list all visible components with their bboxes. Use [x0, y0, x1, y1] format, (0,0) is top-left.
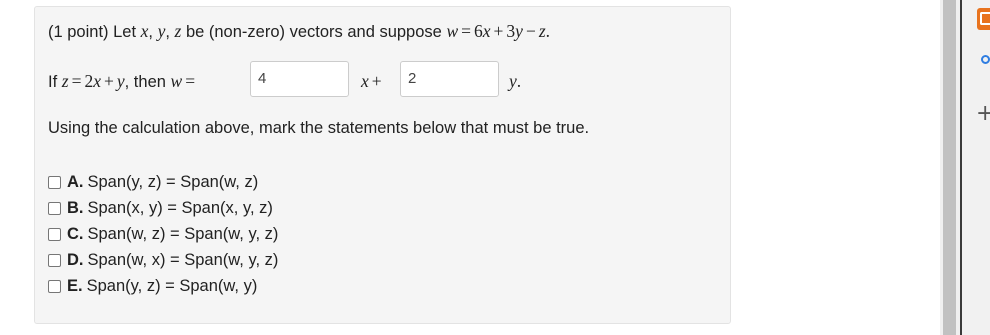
problem-panel: (1 point) Let x, y, z be (non-zero) vect… — [34, 6, 731, 324]
equals-sign: = — [71, 71, 82, 91]
option-text: Span(x, y) = Span(x, y, z) — [87, 198, 273, 217]
browser-side-panel — [962, 0, 990, 335]
checkbox[interactable] — [48, 227, 61, 241]
option-text: Span(y, z) = Span(w, z) — [87, 172, 259, 191]
period: . — [516, 71, 522, 91]
options-list: A. Span(y, z) = Span(w, z) B. Span(x, y) =… — [48, 169, 278, 299]
option-text: Span(y, z) = Span(w, y) — [86, 276, 258, 295]
option-d[interactable]: D. Span(w, x) = Span(w, y, z) — [48, 247, 278, 273]
option-letter: E. — [67, 276, 83, 295]
equals-sign: = — [185, 71, 196, 91]
answer-line-prefix: If z = 2x + y, then w = — [48, 71, 198, 92]
var-x: x — [93, 71, 101, 91]
option-letter: A. — [67, 172, 84, 191]
text-if: If — [48, 73, 62, 91]
y-period-label: y. — [509, 71, 521, 92]
answer-input-y-coefficient[interactable]: 2 — [400, 61, 499, 97]
var-w: w — [446, 21, 459, 41]
minus-sign: − — [525, 21, 536, 41]
comma: , — [165, 23, 175, 41]
scrollbar-thumb[interactable] — [943, 0, 956, 335]
extension-icon[interactable] — [977, 8, 990, 30]
status-dot-icon[interactable] — [981, 55, 990, 64]
plus-sign: + — [371, 71, 382, 91]
var-x: x — [482, 21, 491, 41]
coef-6: 6 — [474, 21, 483, 41]
statement-text: (1 point) Let — [48, 23, 141, 41]
var-y: y — [509, 71, 517, 91]
problem-statement: (1 point) Let x, y, z be (non-zero) vect… — [48, 21, 550, 42]
option-letter: D. — [67, 250, 84, 269]
statement-text: be (non-zero) vectors and suppose — [181, 23, 447, 41]
x-plus-label: x + — [361, 71, 385, 92]
equals-sign: = — [461, 21, 471, 41]
extension-glyph — [980, 12, 990, 25]
checkbox[interactable] — [48, 253, 61, 267]
var-x: x — [361, 71, 369, 91]
option-text: Span(w, z) = Span(w, y, z) — [87, 224, 279, 243]
comma: , — [148, 23, 158, 41]
period: . — [545, 21, 550, 41]
var-w: w — [170, 71, 183, 91]
option-b[interactable]: B. Span(x, y) = Span(x, y, z) — [48, 195, 278, 221]
var-y: y — [515, 21, 523, 41]
instruction-text: Using the calculation above, mark the st… — [48, 119, 590, 137]
answer-line: If z = 2x + y, then w = 4 x + 2 y. — [48, 61, 728, 99]
plus-sign: + — [103, 71, 114, 91]
text-then: , then — [124, 73, 171, 91]
option-text: Span(w, x) = Span(w, y, z) — [87, 250, 279, 269]
checkbox[interactable] — [48, 279, 61, 293]
coef-2: 2 — [84, 71, 94, 91]
option-letter: B. — [67, 198, 84, 217]
var-z: z — [538, 21, 546, 41]
option-e[interactable]: E. Span(y, z) = Span(w, y) — [48, 273, 278, 299]
checkbox[interactable] — [48, 201, 61, 215]
var-y: y — [116, 71, 125, 91]
option-letter: C. — [67, 224, 84, 243]
option-a[interactable]: A. Span(y, z) = Span(w, z) — [48, 169, 278, 195]
checkbox[interactable] — [48, 175, 61, 189]
var-z: z — [61, 71, 69, 91]
plus-sign: + — [493, 21, 504, 41]
option-c[interactable]: C. Span(w, z) = Span(w, y, z) — [48, 221, 278, 247]
answer-input-x-coefficient[interactable]: 4 — [250, 61, 349, 97]
plus-icon[interactable]: + — [976, 103, 990, 125]
coef-3: 3 — [506, 21, 516, 41]
